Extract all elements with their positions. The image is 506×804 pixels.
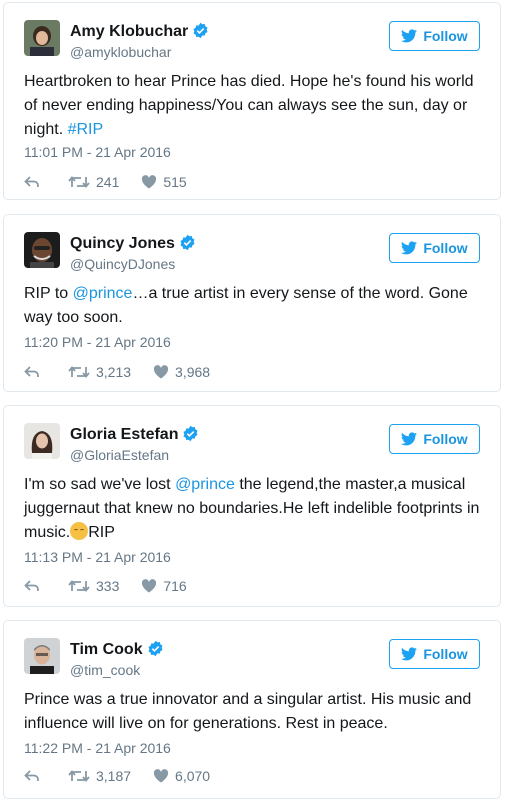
retweet-count: 241 (96, 174, 120, 190)
reply-button[interactable] (24, 365, 40, 379)
heart-icon (142, 175, 157, 189)
like-count: 716 (163, 578, 187, 594)
avatar[interactable] (24, 638, 60, 674)
retweet-button[interactable]: 333 (68, 578, 119, 594)
hashtag-link[interactable]: #RIP (68, 121, 104, 138)
reply-icon (24, 770, 39, 781)
mention-link[interactable]: @prince (73, 285, 133, 302)
like-button[interactable]: 716 (141, 578, 187, 594)
follow-button[interactable]: Follow (389, 233, 480, 263)
mention-link[interactable]: @prince (175, 476, 235, 493)
like-button[interactable]: 3,968 (153, 364, 210, 380)
tweet-timestamp[interactable]: 11:01 PM - 21 Apr 2016 (24, 144, 171, 160)
tweet-card: Quincy Jones @QuincyDJones Follow RIP to… (3, 214, 501, 392)
retweet-count: 333 (96, 578, 120, 594)
tweet-text: Prince was a true innovator and a singul… (24, 691, 472, 732)
retweet-button[interactable]: 241 (68, 174, 119, 190)
follow-button[interactable]: Follow (389, 639, 480, 669)
retweet-icon (68, 366, 90, 378)
retweet-count: 3,187 (96, 768, 132, 784)
pensive-face-emoji-icon (70, 522, 89, 540)
retweet-button[interactable]: 3,213 (68, 364, 131, 380)
author-name[interactable]: Quincy Jones (70, 234, 196, 256)
tweet-card: Tim Cook @tim_cook Follow Prince was a t… (3, 620, 501, 799)
avatar[interactable] (24, 232, 60, 268)
like-count: 515 (163, 174, 187, 190)
verified-badge-icon (192, 22, 209, 44)
reply-button[interactable] (24, 769, 40, 783)
verified-badge-icon (182, 425, 199, 447)
tweet-actions: 3,213 3,968 (24, 364, 210, 380)
like-count: 3,968 (175, 364, 211, 380)
like-button[interactable]: 6,070 (153, 768, 210, 784)
author-handle[interactable]: @tim_cook (70, 662, 140, 678)
tweet-timestamp[interactable]: 11:20 PM - 21 Apr 2016 (24, 334, 171, 350)
tweet-text: I'm so sad we've lost @prince the legend… (24, 476, 480, 541)
retweet-button[interactable]: 3,187 (68, 768, 131, 784)
reply-icon (24, 366, 39, 377)
follow-button[interactable]: Follow (389, 424, 480, 454)
retweet-icon (68, 580, 90, 592)
author-name[interactable]: Tim Cook (70, 640, 164, 662)
heart-icon (142, 579, 157, 593)
author-handle[interactable]: @GloriaEstefan (70, 447, 169, 463)
twitter-bird-icon (401, 647, 418, 661)
retweet-icon (68, 176, 90, 188)
tweet-timestamp[interactable]: 11:13 PM - 21 Apr 2016 (24, 549, 171, 565)
author-name[interactable]: Gloria Estefan (70, 425, 199, 447)
reply-icon (24, 580, 39, 591)
author-handle[interactable]: @QuincyDJones (70, 256, 175, 272)
tweet-actions: 3,187 6,070 (24, 768, 210, 784)
retweet-count: 3,213 (96, 364, 132, 380)
tweet-actions: 333 716 (24, 578, 187, 594)
verified-badge-icon (179, 234, 196, 256)
heart-icon (153, 365, 169, 379)
tweet-timestamp[interactable]: 11:22 PM - 21 Apr 2016 (24, 740, 171, 756)
tweet-actions: 241 515 (24, 174, 187, 190)
tweet-text: Heartbroken to hear Prince has died. Hop… (24, 73, 474, 138)
avatar[interactable] (24, 423, 60, 459)
reply-icon (24, 176, 39, 187)
like-button[interactable]: 515 (141, 174, 187, 190)
twitter-bird-icon (401, 432, 418, 446)
author-handle[interactable]: @amyklobuchar (70, 44, 171, 60)
like-count: 6,070 (175, 768, 211, 784)
reply-button[interactable] (24, 175, 40, 189)
twitter-bird-icon (401, 29, 418, 43)
follow-button[interactable]: Follow (389, 21, 480, 51)
tweet-card: Gloria Estefan @GloriaEstefan Follow I'm… (3, 405, 501, 607)
twitter-bird-icon (401, 241, 418, 255)
author-name[interactable]: Amy Klobuchar (70, 22, 209, 44)
tweet-card: Amy Klobuchar @amyklobuchar Follow Heart… (3, 2, 501, 200)
reply-button[interactable] (24, 579, 40, 593)
tweet-text: RIP to @prince…a true artist in every se… (24, 285, 468, 326)
avatar[interactable] (24, 20, 60, 56)
verified-badge-icon (147, 640, 164, 662)
heart-icon (153, 769, 169, 783)
retweet-icon (68, 770, 90, 782)
